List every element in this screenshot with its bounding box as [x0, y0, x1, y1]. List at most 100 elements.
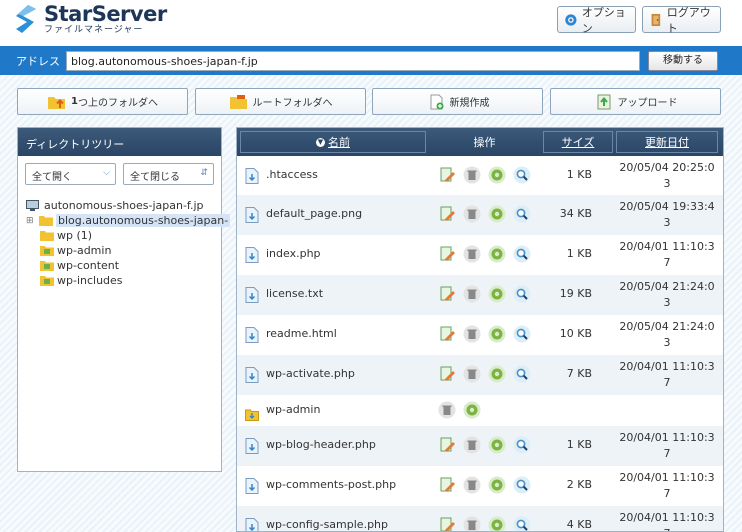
file-name[interactable]: readme.html — [266, 327, 337, 340]
parent-folder-label: つ上のフォルダへ — [77, 98, 158, 109]
tree-item-wp-admin[interactable]: wp-admin — [26, 243, 230, 258]
table-row[interactable]: wp-activate.php 7 KB 20/04/01 11:10:3 7 — [237, 355, 723, 395]
gear-icon[interactable] — [488, 245, 506, 263]
expand-all-select[interactable]: 全て開く ⌵ — [25, 163, 116, 185]
table-row[interactable]: wp-admin — [237, 395, 723, 427]
parent-folder-button[interactable]: 1 つ上のフォルダへ — [17, 88, 188, 115]
edit-icon[interactable] — [438, 245, 456, 263]
edit-icon[interactable] — [438, 205, 456, 223]
file-name[interactable]: wp-comments-post.php — [266, 478, 396, 491]
name-column-header[interactable]: ▼ 名前 — [240, 131, 426, 153]
table-row[interactable]: wp-comments-post.php 2 KB 20/04/01 11:10:3… — [237, 466, 723, 506]
file-table-header: ▼ 名前 操作 サイズ 更新日付 — [237, 128, 723, 156]
table-row[interactable]: wp-blog-header.php 1 KB 20/04/01 11:10:3 7 — [237, 426, 723, 466]
magnifier-icon[interactable] — [513, 436, 531, 454]
size-column-header[interactable]: サイズ — [543, 131, 613, 153]
trash-icon[interactable] — [463, 476, 481, 494]
trash-icon[interactable] — [463, 436, 481, 454]
file-date-line1: 20/04/01 11:10:3 — [619, 471, 715, 484]
tree-root[interactable]: autonomous-shoes-japan-f.jp — [26, 198, 230, 213]
file-name[interactable]: wp-config-sample.php — [266, 518, 388, 531]
file-date-line2: 7 — [663, 256, 671, 269]
trash-icon[interactable] — [463, 365, 481, 383]
row-actions — [438, 245, 531, 263]
gear-icon[interactable] — [488, 166, 506, 184]
trash-icon[interactable] — [438, 401, 456, 419]
folder-multi-icon — [40, 246, 54, 256]
table-row[interactable]: readme.html 10 KB 20/05/04 21:24:0 3 — [237, 315, 723, 355]
magnifier-icon[interactable] — [513, 516, 531, 532]
file-name[interactable]: default_page.png — [266, 207, 362, 220]
tree-item-wp-content[interactable]: wp-content — [26, 258, 230, 273]
magnifier-icon[interactable] — [513, 325, 531, 343]
trash-icon[interactable] — [463, 166, 481, 184]
file-name[interactable]: wp-admin — [266, 403, 320, 416]
edit-icon[interactable] — [438, 476, 456, 494]
edit-icon[interactable] — [438, 285, 456, 303]
table-row[interactable]: default_page.png 34 KB 20/05/04 19:33:4 3 — [237, 195, 723, 235]
trash-icon[interactable] — [463, 245, 481, 263]
tree-item-wp-includes[interactable]: wp-includes — [26, 273, 230, 288]
file-name[interactable]: .htaccess — [266, 168, 318, 181]
folder-icon — [39, 216, 53, 226]
upload-button[interactable]: アップロード — [550, 88, 721, 115]
collapse-all-select[interactable]: 全て閉じる ⇵ — [123, 163, 214, 185]
table-row[interactable]: index.php 1 KB 20/04/01 11:10:3 7 — [237, 235, 723, 275]
magnifier-icon[interactable] — [513, 476, 531, 494]
trash-icon[interactable] — [463, 516, 481, 532]
gear-icon[interactable] — [488, 205, 506, 223]
computer-icon — [26, 200, 39, 211]
tree-item-wp[interactable]: wp (1) — [26, 228, 230, 243]
app-header: StarServer ファイルマネージャー オプション ログアウト — [0, 0, 742, 44]
file-size: 34 KB — [559, 207, 592, 220]
edit-icon[interactable] — [438, 166, 456, 184]
table-row[interactable]: .htaccess 1 KB 20/05/04 20:25:0 3 — [237, 156, 723, 196]
file-name[interactable]: license.txt — [266, 287, 323, 300]
table-row[interactable]: wp-config-sample.php 4 KB 20/04/01 11:10:3… — [237, 506, 723, 532]
expand-plus-icon[interactable]: ⊞ — [26, 216, 36, 226]
gear-icon[interactable] — [463, 401, 481, 419]
root-folder-button[interactable]: ルートフォルダへ — [195, 88, 366, 115]
magnifier-icon[interactable] — [513, 285, 531, 303]
magnifier-icon[interactable] — [513, 365, 531, 383]
edit-icon[interactable] — [438, 516, 456, 532]
trash-icon[interactable] — [463, 325, 481, 343]
date-column-header[interactable]: 更新日付 — [616, 131, 718, 153]
file-name[interactable]: index.php — [266, 247, 321, 260]
edit-icon[interactable] — [438, 436, 456, 454]
gear-icon[interactable] — [488, 436, 506, 454]
gear-icon[interactable] — [488, 365, 506, 383]
row-actions — [438, 401, 481, 419]
magnifier-icon[interactable] — [513, 166, 531, 184]
file-date-line1: 20/04/01 11:10:3 — [619, 431, 715, 444]
address-bar: アドレス blog.autonomous-shoes-japan-f.jp 移動… — [0, 46, 742, 75]
go-button[interactable]: 移動する — [648, 51, 718, 71]
gear-icon[interactable] — [488, 476, 506, 494]
options-button[interactable]: オプション — [557, 6, 636, 35]
table-row[interactable]: license.txt 19 KB 20/05/04 21:24:0 3 — [237, 275, 723, 315]
trash-icon[interactable] — [463, 205, 481, 223]
magnifier-icon[interactable] — [513, 245, 531, 263]
edit-icon[interactable] — [438, 365, 456, 383]
file-date: 20/05/04 20:25:0 3 — [617, 160, 717, 192]
edit-icon[interactable] — [438, 325, 456, 343]
gear-icon[interactable] — [488, 516, 506, 532]
file-name[interactable]: wp-blog-header.php — [266, 438, 376, 451]
size-column-label: サイズ — [561, 136, 595, 149]
tree-wp-includes-label: wp-includes — [57, 274, 123, 287]
file-size: 1 KB — [566, 247, 592, 260]
gear-icon[interactable] — [488, 325, 506, 343]
address-input[interactable]: blog.autonomous-shoes-japan-f.jp — [66, 51, 640, 71]
file-name[interactable]: wp-activate.php — [266, 367, 355, 380]
file-icon — [245, 327, 259, 343]
gear-icon[interactable] — [488, 285, 506, 303]
starserver-logo[interactable]: StarServer ファイルマネージャー — [14, 3, 167, 35]
new-create-button[interactable]: 新規作成 — [372, 88, 543, 115]
magnifier-icon[interactable] — [513, 205, 531, 223]
folder-icon — [40, 231, 54, 241]
file-date: 20/04/01 11:10:3 7 — [617, 470, 717, 502]
trash-icon[interactable] — [463, 285, 481, 303]
tree-item-selected[interactable]: ⊞ blog.autonomous-shoes-japan- — [26, 213, 231, 228]
logout-button[interactable]: ログアウト — [642, 6, 721, 35]
row-actions — [438, 516, 531, 532]
